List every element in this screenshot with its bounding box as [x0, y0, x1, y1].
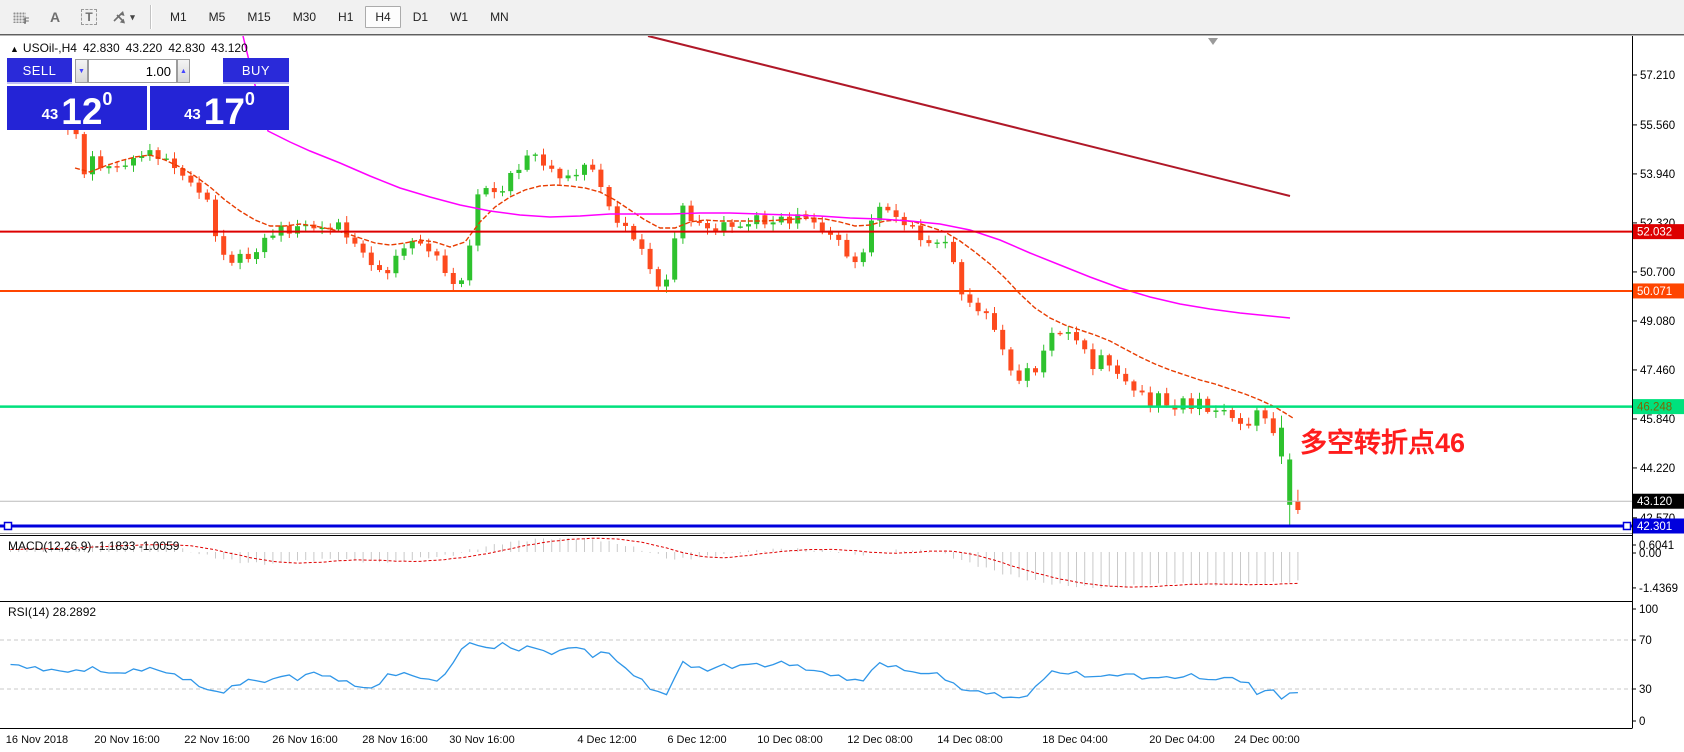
rsi-axis: 100 70 30 0 [1632, 604, 1658, 728]
line-handle[interactable] [5, 522, 12, 529]
time-axis-label: 18 Dec 04:00 [1020, 734, 1130, 746]
text-label-tool-icon[interactable]: T [76, 5, 102, 29]
svg-text:47.460: 47.460 [1640, 365, 1675, 377]
macd-signal-line [11, 538, 1298, 587]
buy-price-big: 17 [204, 96, 245, 127]
svg-text:52.032: 52.032 [1637, 227, 1672, 239]
buy-button[interactable]: BUY [223, 58, 289, 84]
timeframe-button-mn[interactable]: MN [480, 6, 519, 28]
svg-text:30: 30 [1639, 684, 1652, 696]
svg-text:50.700: 50.700 [1640, 267, 1675, 279]
toolbar: F A T ▾ M1M5M15M30H1H4D1W1MN [0, 0, 1684, 35]
macd-axis: 0.60410.00-1.4369 [1632, 540, 1678, 595]
buy-price-sup: 0 [245, 89, 255, 110]
volume-decrease-button[interactable]: ▼ [75, 59, 88, 83]
toolbar-separator [150, 5, 152, 29]
mt4-window: 57.21055.56053.94052.32050.70049.08047.4… [0, 0, 1684, 752]
buy-price-display[interactable]: 43 17 0 [150, 86, 289, 130]
price-axis: 57.21055.56053.94052.32050.70049.08047.4… [1632, 70, 1684, 533]
timeframe-button-h1[interactable]: H1 [328, 6, 363, 28]
macd-indicator-label: MACD(12,26,9) -1.1833 -1.0059 [8, 539, 179, 553]
svg-text:45.840: 45.840 [1640, 414, 1675, 426]
svg-text:53.940: 53.940 [1640, 169, 1675, 181]
svg-text:50.071: 50.071 [1637, 286, 1672, 298]
svg-text:46.248: 46.248 [1637, 402, 1672, 414]
timeframe-button-h4[interactable]: H4 [365, 6, 400, 28]
timeframe-button-d1[interactable]: D1 [403, 6, 438, 28]
time-axis-label: 14 Dec 08:00 [915, 734, 1025, 746]
timeframe-button-w1[interactable]: W1 [440, 6, 478, 28]
one-click-trading-panel: SELL ▼ ▲ BUY 43 12 0 43 17 0 [7, 58, 289, 130]
timeframe-button-m15[interactable]: M15 [237, 6, 280, 28]
f-glyph: F [24, 16, 30, 26]
ohlc-low: 42.830 [168, 41, 205, 55]
ohlc-high: 43.220 [126, 41, 163, 55]
timeframe-toolbar: M1M5M15M30H1H4D1W1MN [160, 6, 521, 28]
ohlc-open: 42.830 [83, 41, 120, 55]
time-axis-label: 24 Dec 00:00 [1212, 734, 1322, 746]
symbol-info-bar: ▲ USOil-,H4 42.830 43.220 42.830 43.120 [10, 41, 254, 55]
candlestick-series [8, 107, 1300, 526]
chevron-down-icon: ▾ [130, 12, 135, 23]
ohlc-close: 43.120 [211, 41, 248, 55]
rsi-panel [0, 640, 1632, 699]
slow-ma-line [243, 36, 1290, 318]
time-axis-label: 30 Nov 16:00 [427, 734, 537, 746]
svg-text:100: 100 [1639, 604, 1658, 616]
svg-text:70: 70 [1639, 635, 1652, 647]
sell-price-sup: 0 [102, 89, 112, 110]
chart-shift-marker [1208, 38, 1218, 45]
svg-text:0.00: 0.00 [1639, 548, 1661, 560]
svg-text:55.560: 55.560 [1640, 120, 1675, 132]
crossed-arrows-icon [111, 9, 127, 25]
arrow-label-tool-icon[interactable]: A [42, 5, 68, 29]
svg-text:43.120: 43.120 [1637, 496, 1672, 508]
sell-price-big: 12 [61, 96, 102, 127]
buy-price-prefix: 43 [184, 106, 201, 123]
sell-button[interactable]: SELL [7, 58, 72, 84]
rsi-line [11, 643, 1298, 699]
svg-text:49.080: 49.080 [1640, 316, 1675, 328]
direction-up-icon: ▲ [10, 44, 19, 54]
svg-text:42.301: 42.301 [1637, 521, 1672, 533]
svg-text:57.210: 57.210 [1640, 70, 1675, 82]
symbol-title: USOil-,H4 [23, 41, 77, 55]
time-axis: 16 Nov 201820 Nov 16:0022 Nov 16:0026 No… [0, 729, 1684, 752]
chart-text-annotation: 多空转折点46 [1300, 421, 1465, 460]
svg-text:44.220: 44.220 [1640, 463, 1675, 475]
timeframe-button-m1[interactable]: M1 [160, 6, 197, 28]
panel-borders [0, 36, 1633, 729]
drawing-tools-icon[interactable]: ▾ [110, 5, 136, 29]
svg-text:0: 0 [1639, 716, 1645, 728]
trendline[interactable] [648, 36, 1290, 196]
sell-price-prefix: 43 [42, 106, 59, 123]
horizontal-lines [0, 232, 1632, 530]
rsi-indicator-label: RSI(14) 28.2892 [8, 605, 96, 619]
timeframe-button-m30[interactable]: M30 [283, 6, 326, 28]
svg-text:-1.4369: -1.4369 [1639, 583, 1678, 595]
symbols-grid-icon[interactable]: F [8, 5, 34, 29]
macd-panel [11, 538, 1298, 588]
volume-increase-button[interactable]: ▲ [177, 59, 190, 83]
line-handle[interactable] [1624, 522, 1631, 529]
sell-price-display[interactable]: 43 12 0 [7, 86, 147, 130]
volume-input[interactable] [88, 59, 177, 83]
timeframe-button-m5[interactable]: M5 [199, 6, 236, 28]
fast-ma-line [75, 155, 1293, 418]
